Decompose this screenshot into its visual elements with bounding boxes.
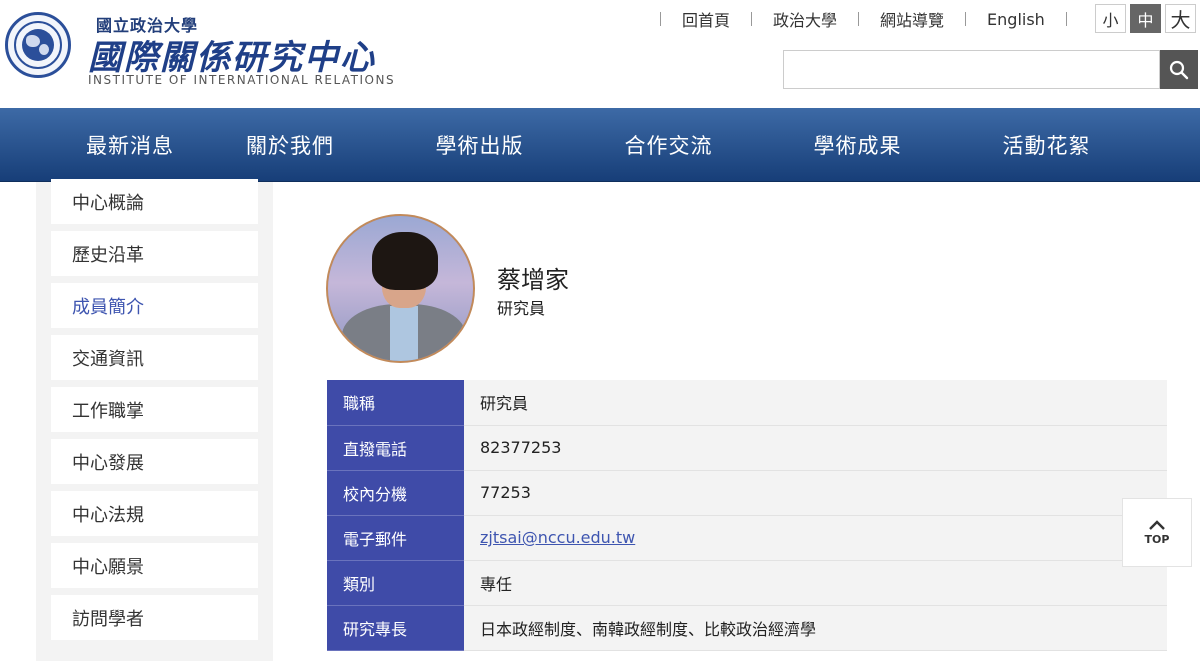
nav-item-about[interactable]: 關於我們 — [195, 108, 385, 182]
row-key: 校內分機 — [327, 470, 464, 516]
profile-photo — [326, 214, 475, 363]
back-to-top-label: TOP — [1144, 533, 1170, 546]
table-row: 類別 專任 — [327, 560, 1167, 606]
nav-item-achievements[interactable]: 學術成果 — [763, 108, 952, 182]
sidebar-item-regulations[interactable]: 中心法規 — [51, 491, 258, 536]
sitemap-link[interactable]: 網站導覽 — [859, 7, 965, 31]
search-icon — [1169, 60, 1189, 79]
row-value: 82377253 — [464, 425, 1167, 471]
profile-name: 蔡增家 — [497, 266, 569, 294]
table-row: 研究專長 日本政經制度、南韓政經制度、比較政治經濟學 — [327, 605, 1167, 651]
sidebar-item-visiting-scholars[interactable]: 訪問學者 — [51, 595, 258, 640]
table-row: 校內分機 77253 — [327, 470, 1167, 516]
row-value: 專任 — [464, 560, 1167, 606]
sidebar-item-vision[interactable]: 中心願景 — [51, 543, 258, 588]
sidebar-item-members[interactable]: 成員簡介 — [51, 283, 258, 328]
font-size-switcher: 小 中 大 — [1095, 4, 1196, 33]
top-links: 回首頁 政治大學 網站導覽 English — [660, 8, 1067, 30]
font-large-button[interactable]: 大 — [1165, 4, 1196, 33]
row-value: 研究員 — [464, 380, 1167, 426]
nav-item-news[interactable]: 最新消息 — [65, 108, 195, 182]
row-value: 77253 — [464, 470, 1167, 516]
search-button[interactable] — [1160, 50, 1198, 89]
logo-title[interactable]: 國際關係研究中心 — [88, 30, 376, 79]
back-to-top-button[interactable]: TOP — [1122, 498, 1192, 567]
site-header: 國立政治大學 國際關係研究中心 INSTITUTE OF INTERNATION… — [0, 0, 1200, 108]
profile-info-table: 職稱 研究員 直撥電話 82377253 校內分機 77253 電子郵件 zjt… — [327, 380, 1167, 651]
sidebar-item-history[interactable]: 歷史沿革 — [51, 231, 258, 276]
home-link[interactable]: 回首頁 — [661, 7, 751, 31]
search-input[interactable] — [783, 50, 1160, 89]
sidebar-item-traffic[interactable]: 交通資訊 — [51, 335, 258, 380]
row-key: 類別 — [327, 560, 464, 606]
row-key: 研究專長 — [327, 605, 464, 651]
nav-item-gallery[interactable]: 活動花絮 — [952, 108, 1141, 182]
table-row: 電子郵件 zjtsai@nccu.edu.tw — [327, 515, 1167, 561]
chevron-up-icon — [1149, 520, 1165, 530]
email-link[interactable]: zjtsai@nccu.edu.tw — [480, 528, 635, 547]
sidebar-item-development[interactable]: 中心發展 — [51, 439, 258, 484]
divider — [1065, 12, 1067, 26]
font-medium-button[interactable]: 中 — [1130, 4, 1161, 33]
font-small-button[interactable]: 小 — [1095, 4, 1126, 33]
table-row: 直撥電話 82377253 — [327, 425, 1167, 471]
row-value: zjtsai@nccu.edu.tw — [464, 515, 1167, 561]
sidebar-item-overview[interactable]: 中心概論 — [51, 179, 258, 224]
main-nav: 最新消息 關於我們 學術出版 合作交流 學術成果 活動花絮 — [0, 108, 1200, 182]
logo-emblem-icon[interactable] — [5, 12, 71, 78]
table-row: 職稱 研究員 — [327, 380, 1167, 426]
row-key: 職稱 — [327, 380, 464, 426]
row-key: 電子郵件 — [327, 515, 464, 561]
sidebar-item-duties[interactable]: 工作職掌 — [51, 387, 258, 432]
nav-item-cooperation[interactable]: 合作交流 — [574, 108, 763, 182]
nav-item-publications[interactable]: 學術出版 — [385, 108, 574, 182]
profile-title: 研究員 — [497, 299, 546, 318]
nccu-link[interactable]: 政治大學 — [752, 7, 858, 31]
row-key: 直撥電話 — [327, 425, 464, 471]
logo-english-name: INSTITUTE OF INTERNATIONAL RELATIONS — [88, 73, 396, 87]
row-value: 日本政經制度、南韓政經制度、比較政治經濟學 — [464, 605, 1167, 651]
english-link[interactable]: English — [966, 10, 1066, 29]
